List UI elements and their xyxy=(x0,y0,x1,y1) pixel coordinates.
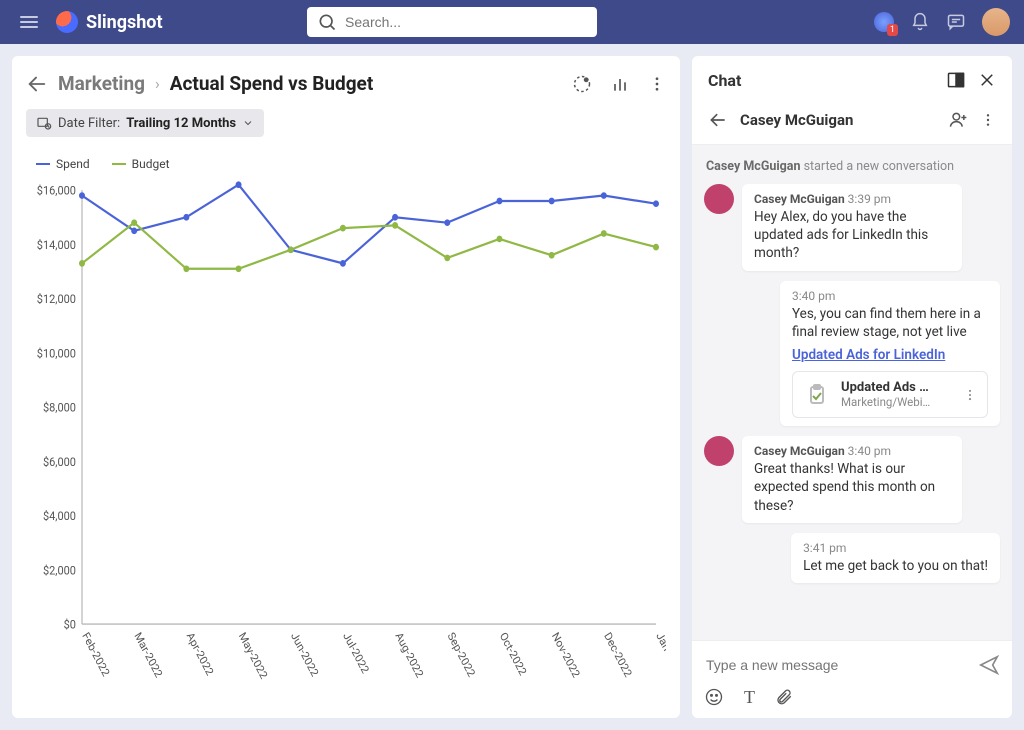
breadcrumb: Marketing › Actual Spend vs Budget xyxy=(26,72,666,95)
svg-text:$14,000: $14,000 xyxy=(37,237,76,252)
message-row: 3:41 pmLet me get back to you on that! xyxy=(704,533,1000,583)
brand-logo-icon xyxy=(56,11,78,33)
notification-badge: 1 xyxy=(887,24,898,36)
svg-text:$16,000: $16,000 xyxy=(37,183,76,198)
chart-card: Marketing › Actual Spend vs Budget Date … xyxy=(12,56,680,718)
chat-composer: T xyxy=(692,640,1012,718)
user-avatar[interactable] xyxy=(982,8,1010,36)
svg-text:Feb-2022: Feb-2022 xyxy=(80,630,112,679)
svg-text:Sep-2022: Sep-2022 xyxy=(445,630,478,679)
page-title: Actual Spend vs Budget xyxy=(170,72,373,95)
attachment-icon[interactable] xyxy=(775,687,793,707)
more-vert-icon[interactable] xyxy=(980,111,996,129)
filter-value: Trailing 12 Months xyxy=(126,116,236,131)
breadcrumb-parent[interactable]: Marketing xyxy=(58,72,145,95)
chat-back-icon[interactable] xyxy=(708,110,728,130)
system-note: Casey McGuigan started a new conversatio… xyxy=(706,159,998,174)
brand[interactable]: Slingshot xyxy=(56,11,163,33)
svg-text:May-2022: May-2022 xyxy=(236,630,270,681)
chat-panel: Chat Casey McGuigan Casey McGuigan start… xyxy=(692,56,1012,718)
svg-text:Aug-2022: Aug-2022 xyxy=(393,630,426,680)
message-row: Casey McGuigan 3:39 pmHey Alex, do you h… xyxy=(704,184,1000,271)
svg-text:$6,000: $6,000 xyxy=(43,454,76,469)
more-vert-icon[interactable] xyxy=(963,387,977,403)
close-icon[interactable] xyxy=(978,71,996,89)
chevron-right-icon: › xyxy=(155,74,160,93)
svg-text:Oct-2022: Oct-2022 xyxy=(497,630,529,678)
message-bubble: 3:40 pmYes, you can find them here in a … xyxy=(780,281,1000,426)
brand-name: Slingshot xyxy=(86,12,163,33)
chart-area[interactable]: $0 $2,000 $4,000 $6,000 $8,000 $10,000 $12,000… xyxy=(26,179,666,702)
more-vert-icon[interactable] xyxy=(648,74,666,94)
svg-text:Mar-2022: Mar-2022 xyxy=(132,630,165,680)
chat-title: Chat xyxy=(708,71,934,90)
svg-text:Dec-2022: Dec-2022 xyxy=(601,630,634,680)
filter-icon xyxy=(36,115,52,131)
svg-text:Apr-2022: Apr-2022 xyxy=(184,630,216,678)
svg-text:$12,000: $12,000 xyxy=(37,292,76,307)
message-avatar[interactable] xyxy=(704,436,734,466)
emoji-icon[interactable] xyxy=(704,687,724,707)
search-input[interactable] xyxy=(345,14,587,30)
chat-participant: Casey McGuigan xyxy=(740,111,936,129)
svg-text:$4,000: $4,000 xyxy=(43,508,76,523)
legend-spend[interactable]: Spend xyxy=(36,157,90,171)
message-link[interactable]: Updated Ads for LinkedIn xyxy=(792,347,988,363)
svg-text:Jan-2023: Jan-2023 xyxy=(654,630,666,679)
svg-text:$10,000: $10,000 xyxy=(37,346,76,361)
message-row: Casey McGuigan 3:40 pmGreat thanks! What… xyxy=(704,436,1000,523)
bell-icon[interactable] xyxy=(910,12,930,32)
date-filter-chip[interactable]: Date Filter: Trailing 12 Months xyxy=(26,109,264,137)
svg-text:$8,000: $8,000 xyxy=(43,400,76,415)
clipboard-check-icon xyxy=(803,381,831,409)
search-icon xyxy=(317,12,337,32)
message-row: 3:40 pmYes, you can find them here in a … xyxy=(704,281,1000,426)
legend-budget[interactable]: Budget xyxy=(112,157,170,171)
message-bubble: Casey McGuigan 3:39 pmHey Alex, do you h… xyxy=(742,184,962,271)
search-box[interactable] xyxy=(307,7,597,37)
attachment-card[interactable]: Updated Ads … Marketing/Webi… xyxy=(792,371,988,418)
svg-text:Jul-2022: Jul-2022 xyxy=(340,630,371,676)
chevron-down-icon xyxy=(242,117,254,129)
svg-text:$0: $0 xyxy=(64,617,76,632)
bar-chart-icon[interactable] xyxy=(610,74,630,94)
message-bubble: 3:41 pmLet me get back to you on that! xyxy=(791,533,1000,583)
svg-text:Jun-2022: Jun-2022 xyxy=(288,630,321,679)
chat-icon[interactable] xyxy=(946,12,966,32)
menu-button[interactable] xyxy=(14,10,44,34)
back-button[interactable] xyxy=(26,73,48,95)
format-text-icon[interactable]: T xyxy=(744,687,755,708)
message-input[interactable] xyxy=(704,651,968,679)
message-bubble: Casey McGuigan 3:40 pmGreat thanks! What… xyxy=(742,436,962,523)
chart-legend: Spend Budget xyxy=(36,157,666,171)
panel-collapse-icon[interactable] xyxy=(946,70,966,90)
top-bar: Slingshot 1 xyxy=(0,0,1024,44)
chat-messages[interactable]: Casey McGuigan started a new conversatio… xyxy=(692,145,1012,640)
svg-text:$2,000: $2,000 xyxy=(43,563,76,578)
explore-icon[interactable] xyxy=(572,74,592,94)
svg-text:Nov-2022: Nov-2022 xyxy=(549,630,582,680)
message-avatar[interactable] xyxy=(704,184,734,214)
send-icon[interactable] xyxy=(978,654,1000,676)
app-switcher-icon[interactable]: 1 xyxy=(874,12,894,32)
filter-prefix: Date Filter: xyxy=(58,116,120,131)
add-user-icon[interactable] xyxy=(948,110,968,130)
